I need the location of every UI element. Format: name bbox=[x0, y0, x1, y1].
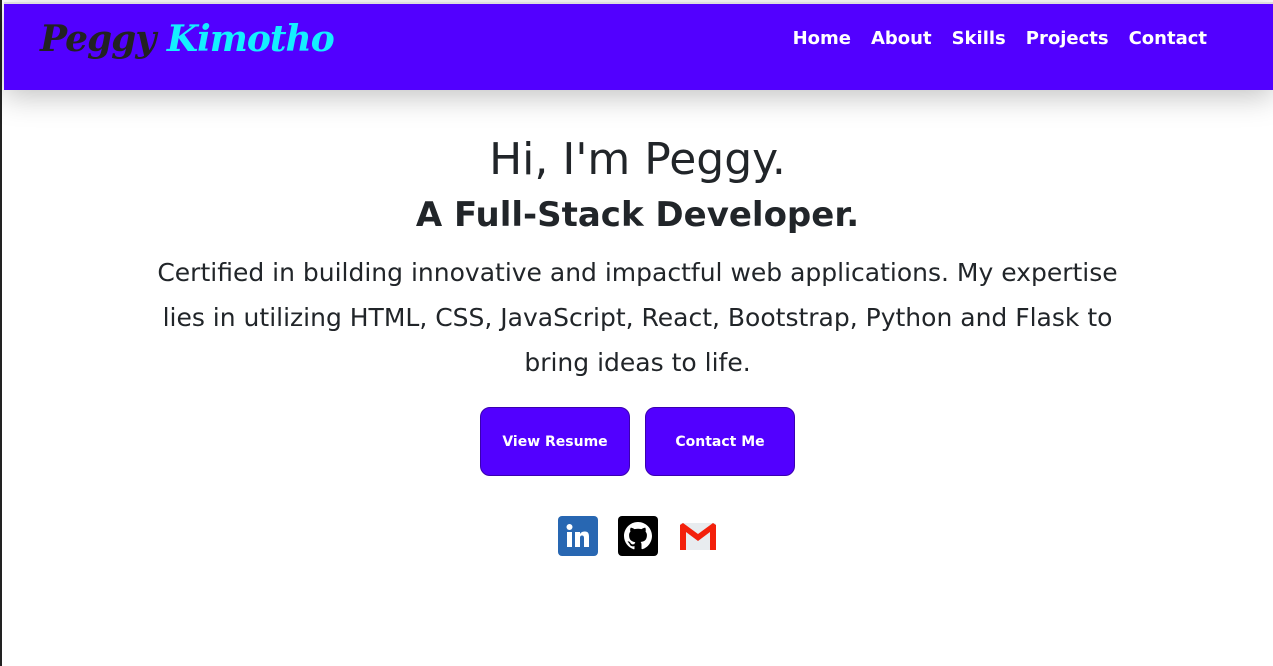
role: A Full-Stack Developer. bbox=[415, 195, 860, 235]
greeting: Hi, I'm Peggy. bbox=[489, 134, 786, 185]
navbar: Peggy Kimotho Home About Skills Projects… bbox=[4, 2, 1273, 90]
linkedin-icon[interactable] bbox=[557, 516, 598, 556]
gmail-icon[interactable] bbox=[678, 516, 718, 556]
nav-projects[interactable]: Projects bbox=[1026, 28, 1109, 49]
logo[interactable]: Peggy Kimotho bbox=[40, 18, 335, 60]
contact-me-button[interactable]: Contact Me bbox=[645, 407, 795, 476]
logo-first: Peggy bbox=[40, 18, 156, 60]
nav-about[interactable]: About bbox=[871, 28, 932, 49]
hero: Hi, I'm Peggy. A Full-Stack Developer. C… bbox=[2, 130, 1273, 556]
view-resume-button[interactable]: View Resume bbox=[480, 407, 630, 476]
github-icon[interactable] bbox=[617, 516, 658, 556]
nav-contact[interactable]: Contact bbox=[1129, 28, 1207, 49]
description: Certified in building innovative and imp… bbox=[157, 258, 1118, 377]
logo-last: Kimotho bbox=[166, 18, 335, 60]
nav-skills[interactable]: Skills bbox=[952, 28, 1006, 49]
nav-home[interactable]: Home bbox=[793, 28, 851, 49]
